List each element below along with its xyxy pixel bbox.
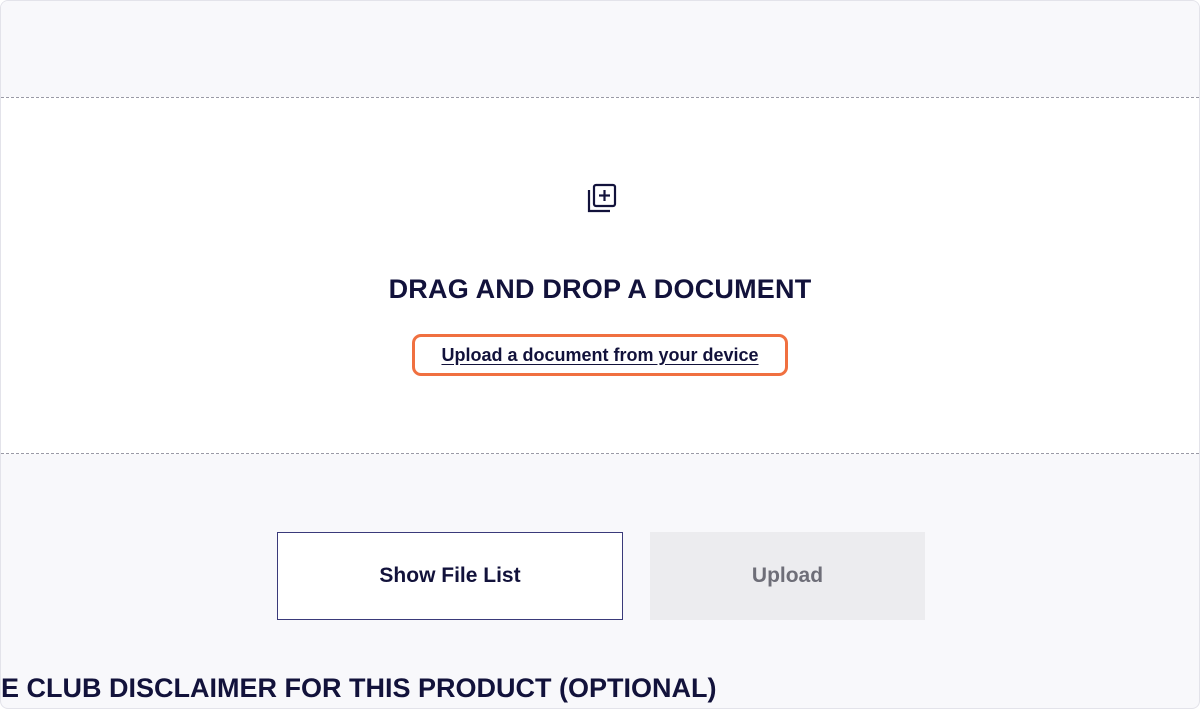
show-file-list-button[interactable]: Show File List [277,532,623,620]
upload-panel: DRAG AND DROP A DOCUMENT Upload a docume… [0,0,1200,709]
upload-button[interactable]: Upload [650,532,925,620]
drop-zone-title: DRAG AND DROP A DOCUMENT [388,274,812,304]
upload-link-highlight: Upload a document from your device [412,334,788,376]
top-strip [1,1,1199,97]
drop-zone[interactable]: DRAG AND DROP A DOCUMENT Upload a docume… [1,97,1199,454]
disclaimer-heading: E CLUB DISCLAIMER FOR THIS PRODUCT (OPTI… [1,673,717,703]
upload-from-device-link[interactable]: Upload a document from your device [441,345,758,366]
add-document-icon [587,183,617,213]
